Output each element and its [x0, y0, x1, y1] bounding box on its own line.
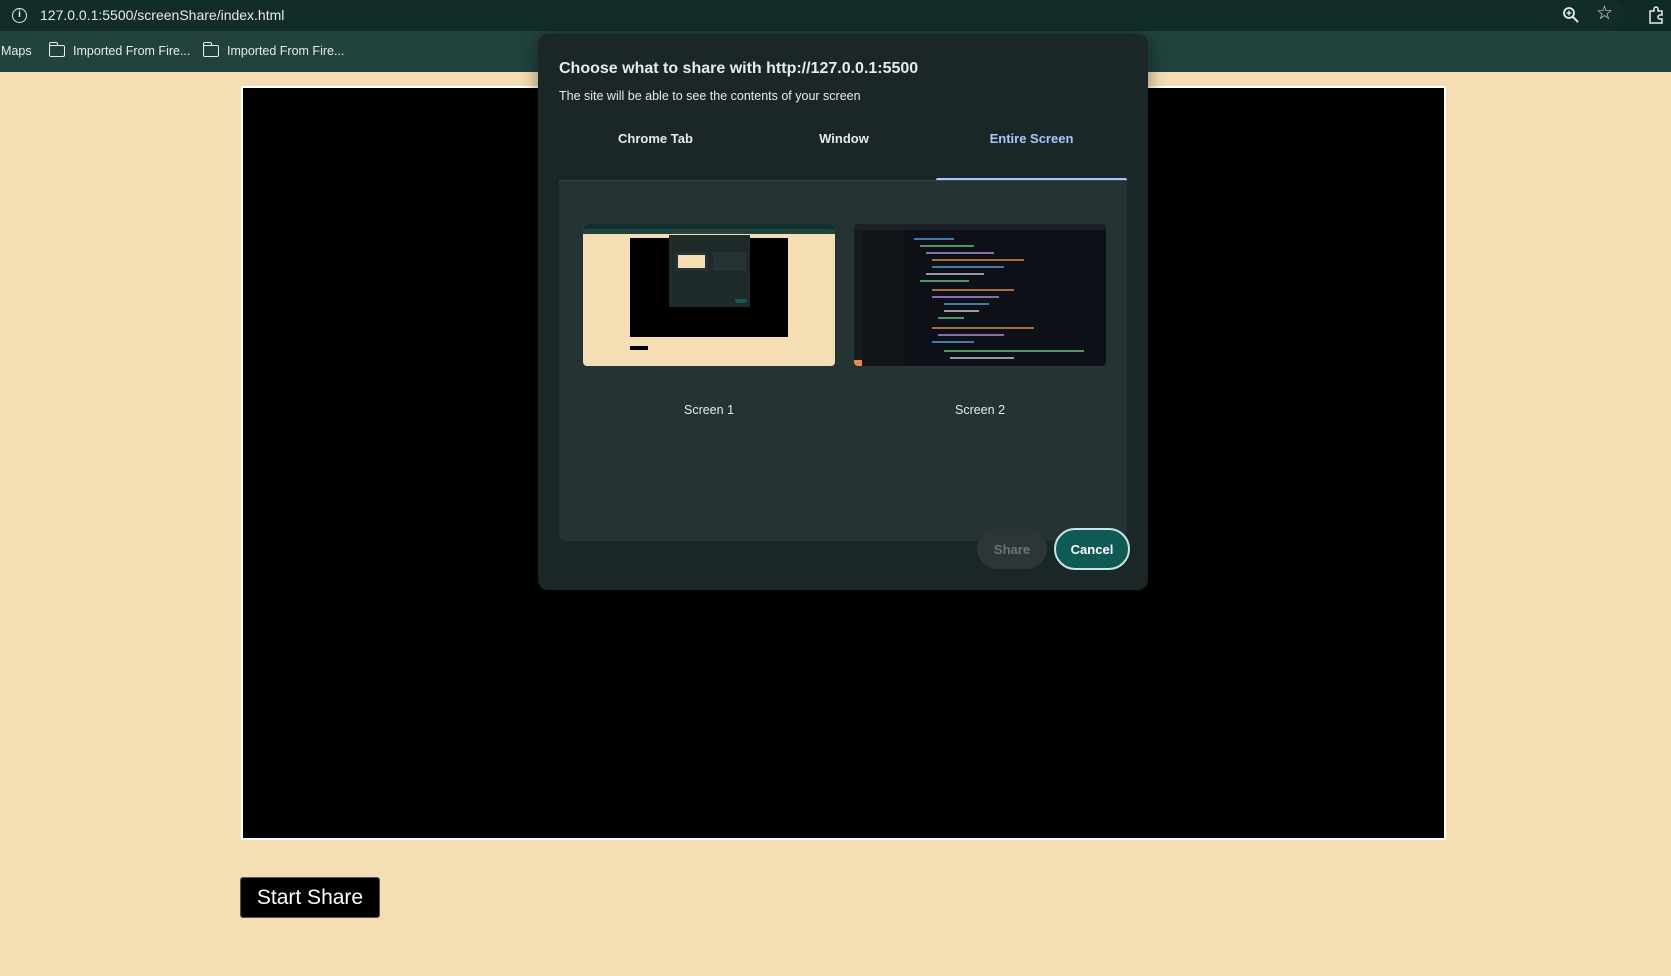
bookmark-label: Imported From Fire...	[73, 44, 191, 58]
screen-2-thumbnail[interactable]	[854, 224, 1106, 366]
screen-share-dialog: Choose what to share with http://127.0.0…	[538, 34, 1148, 590]
browser-toolbar: i 127.0.0.1:5500/screenShare/index.html …	[0, 0, 1671, 31]
zoom-icon[interactable]	[1562, 6, 1580, 24]
screen-1-preview-image	[583, 224, 835, 366]
folder-icon	[48, 42, 65, 57]
star-icon[interactable]: ☆	[1596, 4, 1613, 24]
screen-1-thumbnail[interactable]	[583, 224, 835, 366]
screen-2-label: Screen 2	[954, 403, 1006, 417]
bookmark-label: Imported From Fire...	[227, 44, 345, 58]
bookmark-folder-1[interactable]: Imported From Fire...	[48, 42, 191, 58]
source-list: Screen 1 Screen 2	[559, 181, 1127, 541]
folder-icon	[202, 42, 219, 57]
start-share-button[interactable]: Start Share	[240, 877, 380, 918]
bookmark-label: Maps	[1, 44, 32, 58]
share-button[interactable]: Share	[977, 529, 1047, 569]
screen-2-preview-image	[854, 224, 1106, 366]
bookmark-folder-2[interactable]: Imported From Fire...	[202, 42, 345, 58]
address-bar[interactable]: i 127.0.0.1:5500/screenShare/index.html	[0, 0, 1625, 31]
tab-window[interactable]: Window	[752, 114, 936, 181]
dialog-subtitle: The site will be able to see the content…	[559, 89, 861, 103]
extensions-icon[interactable]	[1647, 6, 1665, 24]
info-icon[interactable]: i	[12, 8, 27, 23]
screen-1-label: Screen 1	[683, 403, 735, 417]
dialog-title: Choose what to share with http://127.0.0…	[559, 60, 919, 77]
share-source-tabs: Chrome Tab Window Entire Screen	[559, 114, 1127, 181]
tab-entire-screen[interactable]: Entire Screen	[936, 114, 1127, 181]
url-text[interactable]: 127.0.0.1:5500/screenShare/index.html	[40, 7, 284, 23]
tab-chrome-tab[interactable]: Chrome Tab	[559, 114, 752, 181]
cancel-button[interactable]: Cancel	[1054, 528, 1130, 570]
bookmark-maps[interactable]: Maps	[1, 44, 32, 58]
